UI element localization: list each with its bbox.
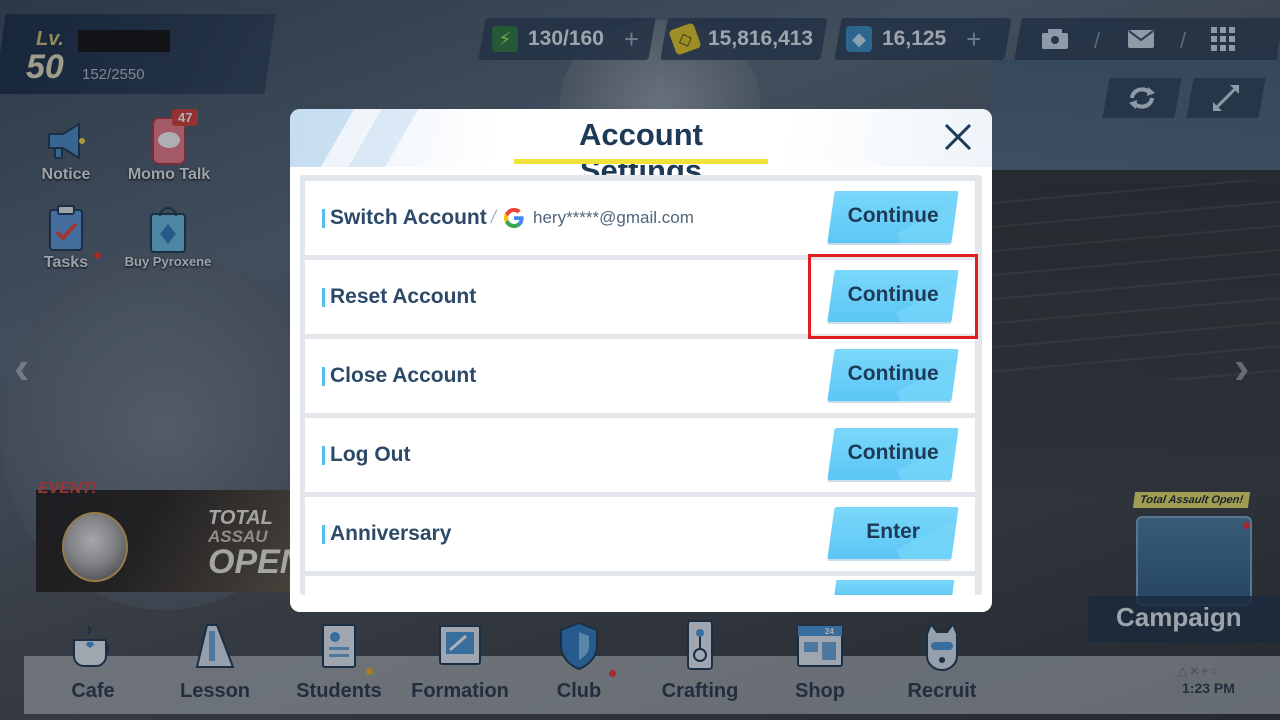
log-out-continue-button[interactable]: Continue: [827, 428, 959, 480]
dialog-header: Account Settings: [290, 109, 992, 188]
account-settings-dialog: Account Settings Switch Account / hery**…: [290, 109, 992, 612]
close-icon[interactable]: [943, 122, 973, 152]
list-item-log-out: Log Out Continue: [305, 418, 975, 492]
settings-list[interactable]: Switch Account / hery*****@gmail.com Con…: [300, 175, 982, 595]
log-out-label: Log Out: [330, 443, 411, 466]
close-account-label: Close Account: [330, 364, 477, 387]
anniversary-enter-button[interactable]: Enter: [827, 507, 959, 559]
list-item-switch-account: Switch Account / hery*****@gmail.com Con…: [305, 181, 975, 255]
switch-account-label: Switch Account: [330, 206, 487, 229]
list-item-close-account: Close Account Continue: [305, 339, 975, 413]
list-item-anniversary: Anniversary Enter: [305, 497, 975, 571]
account-email: hery*****@gmail.com: [533, 208, 694, 227]
anniversary-label: Anniversary: [330, 522, 452, 545]
partial-row-button[interactable]: [833, 580, 955, 595]
google-icon: [504, 208, 524, 228]
title-underline: [514, 159, 768, 164]
close-button[interactable]: [938, 117, 978, 157]
close-account-continue-button[interactable]: Continue: [827, 349, 959, 401]
switch-account-continue-button[interactable]: Continue: [827, 191, 959, 243]
highlight-box: [808, 254, 978, 339]
reset-account-label: Reset Account: [330, 285, 477, 308]
